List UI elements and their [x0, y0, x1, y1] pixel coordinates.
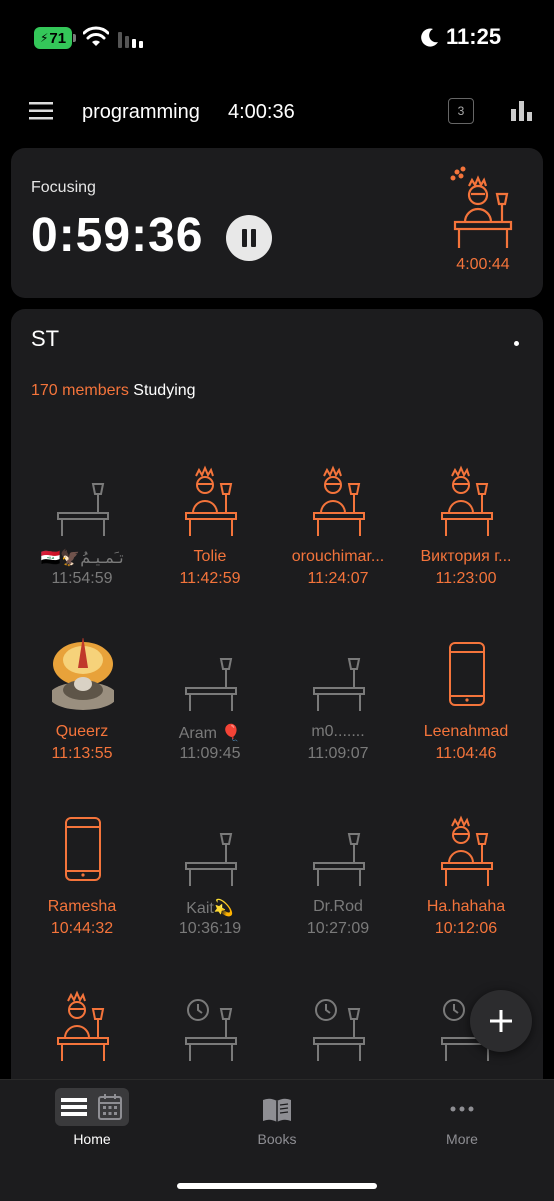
member-time: 10:12:06 [434, 920, 498, 937]
home-indicator [177, 1183, 377, 1189]
battery-indicator: ⚡ 71 [34, 27, 72, 49]
idle-desk-icon [57, 483, 109, 536]
member-card[interactable]: Ramesha 10:44:32 [18, 789, 146, 949]
idle-desk-clock-icon [313, 999, 365, 1061]
status-bar: ⚡ 71 11:25 [0, 0, 554, 76]
member-time: 11:09:45 [179, 745, 241, 762]
idle-desk-icon [185, 833, 237, 886]
home-icons-group [55, 1088, 129, 1126]
idle-desk-icon [185, 658, 237, 711]
cellular-signal-icon [118, 32, 143, 48]
idle-desk-clock-icon [185, 999, 237, 1061]
focus-card: Focusing 0:59:36 4:00:44 [11, 148, 543, 298]
member-name: Tolie [193, 548, 227, 565]
member-card[interactable]: Виктория г... 11:23:00 [402, 439, 530, 599]
member-time: 11:23:00 [435, 570, 497, 587]
member-time: 10:27:09 [306, 920, 370, 937]
idle-desk-icon [313, 833, 365, 886]
tab-more-label: More [446, 1131, 478, 1147]
phone-icon [449, 642, 485, 706]
members-summary: 170 members Studying [31, 382, 196, 400]
phone-icon [65, 817, 101, 881]
member-name: Виктория г... [420, 548, 512, 565]
moon-icon [421, 28, 438, 47]
wifi-icon [83, 26, 109, 46]
member-name: Ha.hahaha [426, 898, 506, 915]
total-time: 4:00:36 [228, 101, 295, 123]
member-name: 🇮🇶🦅تـَمـيـمُ [40, 550, 124, 567]
member-time: 11:54:59 [51, 570, 113, 587]
tab-books[interactable]: Books [185, 1080, 369, 1170]
member-name: Queerz [55, 723, 109, 740]
subject-title[interactable]: programming [82, 101, 200, 124]
member-card[interactable]: m0....... 11:09:07 [274, 614, 402, 774]
plus-icon [490, 1010, 512, 1032]
more-dots-icon [450, 1106, 474, 1112]
member-time: 11:09:07 [307, 745, 369, 762]
status-time: 11:25 [446, 24, 502, 49]
group-options-dot[interactable] [514, 341, 519, 346]
member-name: orouchimar... [291, 548, 385, 565]
add-button[interactable] [470, 990, 532, 1052]
tab-home[interactable]: Home [0, 1080, 184, 1170]
count-badge[interactable]: 3 [448, 98, 474, 124]
member-card[interactable]: orouchimar... 11:24:07 [274, 439, 402, 599]
group-name: ST [31, 326, 60, 351]
focus-avatar-time: 4:00:44 [456, 256, 510, 273]
member-card[interactable]: Leenahmad 11:04:46 [402, 614, 530, 774]
members-count: 170 members [31, 382, 129, 399]
member-name: Ramesha [47, 898, 117, 915]
member-time: 11:13:55 [51, 745, 113, 762]
idle-desk-icon [313, 658, 365, 711]
member-name: Kait💫 [186, 900, 234, 917]
member-time: 11:24:07 [307, 570, 369, 587]
focus-timer: 0:59:36 [31, 209, 204, 262]
studying-avatar-icon [441, 815, 493, 886]
bar-chart-icon[interactable] [511, 101, 533, 121]
calendar-icon[interactable] [97, 1093, 123, 1121]
battery-level: 71 [49, 29, 67, 47]
studying-avatar-icon [313, 465, 365, 536]
member-name: Aram 🎈 [178, 725, 242, 742]
menu-icon[interactable] [29, 102, 53, 120]
focus-label: Focusing [31, 179, 96, 196]
custom-avatar-image [52, 638, 114, 710]
member-name: Leenahmad [423, 723, 509, 740]
top-bar: programming 4:00:36 3 [0, 88, 554, 138]
studying-avatar-icon [185, 465, 237, 536]
member-card[interactable]: Dr.Rod 10:27:09 [274, 789, 402, 949]
pause-icon [242, 229, 256, 247]
member-card[interactable]: Ha.hahaha 10:12:06 [402, 789, 530, 949]
member-card[interactable]: Queerz 11:13:55 [18, 614, 146, 774]
member-time: 10:36:19 [178, 920, 242, 937]
home-list-icon [61, 1098, 87, 1116]
member-name: m0....... [311, 723, 365, 740]
member-time: 10:44:32 [50, 920, 114, 937]
studying-avatar-icon [450, 166, 513, 248]
member-card[interactable]: 🇮🇶🦅تـَمـيـمُ 11:54:59 [18, 439, 146, 599]
member-card[interactable]: Kait💫 10:36:19 [146, 789, 274, 949]
studying-avatar-icon [441, 465, 493, 536]
studying-avatar-icon [57, 990, 109, 1061]
battery-charging-icon: ⚡ [39, 31, 49, 45]
member-time: 11:42:59 [179, 570, 241, 587]
member-name: Dr.Rod [313, 898, 363, 915]
pause-button[interactable] [226, 215, 272, 261]
member-card[interactable]: Tolie 11:42:59 [146, 439, 274, 599]
tab-home-label: Home [73, 1131, 111, 1147]
group-card: ST 170 members Studying 🇮🇶🦅تـَمـيـمُ 11:5… [11, 309, 543, 1109]
member-time: 11:04:46 [435, 745, 497, 762]
tab-books-label: Books [257, 1131, 297, 1147]
tab-more[interactable]: More [370, 1080, 554, 1170]
member-card[interactable]: Aram 🎈 11:09:45 [146, 614, 274, 774]
members-suffix: Studying [128, 382, 196, 399]
battery-tip [73, 34, 76, 42]
book-icon [263, 1098, 291, 1122]
